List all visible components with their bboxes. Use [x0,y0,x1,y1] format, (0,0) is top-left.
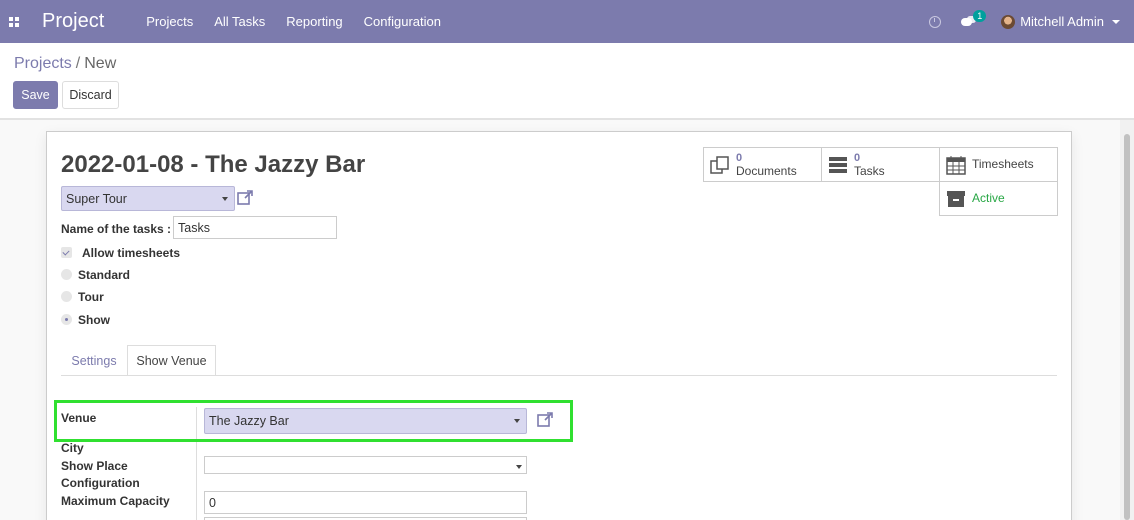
chevron-down-icon [516,465,522,469]
breadcrumb-projects-link[interactable]: Projects [14,55,72,72]
menu-projects[interactable]: Projects [146,14,193,29]
apps-menu-icon[interactable] [0,0,28,43]
archive-icon [940,182,972,215]
tasks-label: Tasks [854,163,885,178]
active-toggle-button[interactable]: Active [939,181,1058,216]
user-menu-caret-icon[interactable] [1112,19,1120,24]
top-navbar: Project Projects All Tasks Reporting Con… [0,0,1134,43]
menu-configuration[interactable]: Configuration [364,14,441,29]
radio-tour[interactable] [61,291,72,302]
radio-standard-label: Standard [78,268,131,282]
name-of-tasks-input[interactable]: Tasks [173,216,337,239]
stage-select-value: Super Tour [66,191,127,206]
activity-clock-icon[interactable] [929,15,942,28]
chevron-down-icon [222,196,228,201]
radio-show[interactable] [61,314,72,325]
timesheets-label: Timesheets [972,157,1034,171]
chevron-down-icon [514,419,520,423]
documents-smart-button[interactable]: 0 Documents [703,147,822,182]
documents-count: 0 [736,151,743,164]
allow-timesheets-checkbox[interactable] [61,247,72,258]
app-name[interactable]: Project [42,10,104,33]
show-place-configuration-select[interactable] [204,456,527,474]
active-status-label: Active [972,191,1005,205]
breadcrumb-current: New [84,55,117,72]
messaging-icon[interactable]: 1 [961,9,987,28]
show-place-label: Show Place [61,459,128,473]
documents-icon [704,148,736,181]
radio-standard[interactable] [61,269,72,280]
maximum-capacity-input[interactable]: 0 [204,491,527,514]
navbar-systray: 1 Mitchell Admin [929,0,1120,43]
external-link-icon[interactable] [237,189,254,206]
venue-label: Venue [61,411,97,425]
venue-external-link-icon[interactable] [537,411,554,428]
messages-count-badge: 1 [973,9,987,22]
menu-reporting[interactable]: Reporting [286,14,342,29]
page-scrollbar[interactable] [1120,120,1134,520]
configuration-label: Configuration [61,476,140,490]
record-title[interactable]: 2022-01-08 - The Jazzy Bar [61,151,365,179]
user-name[interactable]: Mitchell Admin [1020,14,1104,29]
tabs-divider [61,375,1057,376]
allow-timesheets-label: Allow timesheets [82,246,181,260]
discard-button[interactable]: Discard [62,81,119,109]
venue-select[interactable]: The Jazzy Bar [204,408,527,434]
tab-settings[interactable]: Settings [62,345,126,376]
venue-select-value: The Jazzy Bar [209,414,289,428]
breadcrumb-separator: / [75,55,81,72]
save-button[interactable]: Save [13,81,58,109]
breadcrumb: Projects / New [14,55,116,73]
radio-tour-label: Tour [78,290,104,304]
maximum-capacity-label: Maximum Capacity [61,494,170,508]
city-label: City [61,441,84,455]
menu-all-tasks[interactable]: All Tasks [214,14,265,29]
main-menu: Projects All Tasks Reporting Configurati… [146,14,462,29]
calendar-icon [940,148,972,181]
documents-label: Documents [736,163,797,178]
stage-select[interactable]: Super Tour [61,186,235,211]
user-avatar[interactable] [1001,14,1016,29]
timesheets-smart-button[interactable]: Timesheets [939,147,1058,182]
tasks-count: 0 [854,151,861,164]
tasks-icon [822,148,854,181]
tab-show-venue[interactable]: Show Venue [127,345,216,376]
name-of-tasks-label: Name of the tasks : [61,222,172,236]
tasks-smart-button[interactable]: 0 Tasks [821,147,940,182]
scrollbar-thumb[interactable] [1124,134,1130,520]
radio-show-label: Show [78,313,110,327]
